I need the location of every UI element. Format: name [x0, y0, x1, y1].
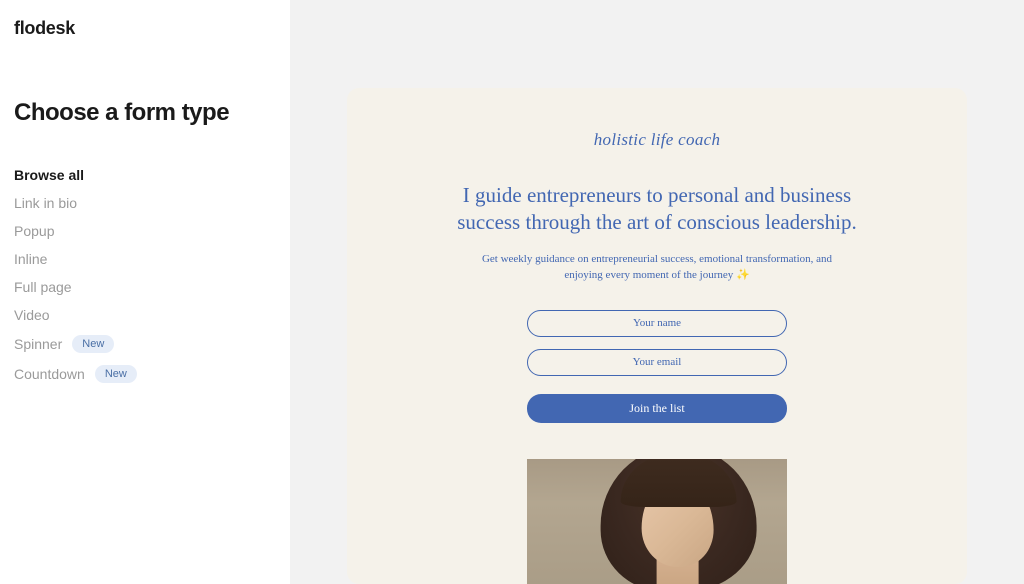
preview-image	[527, 459, 787, 584]
email-input[interactable]	[527, 349, 787, 376]
preview-form: Join the list	[527, 310, 787, 423]
preview-headline: I guide entrepreneurs to personal and bu…	[452, 182, 862, 237]
form-type-label: Inline	[14, 251, 47, 267]
form-type-label: Popup	[14, 223, 54, 239]
form-type-inline[interactable]: Inline	[14, 249, 276, 269]
form-preview-card[interactable]: holistic life coach I guide entrepreneur…	[347, 88, 967, 584]
form-type-browse-all[interactable]: Browse all	[14, 165, 276, 185]
form-type-label: Link in bio	[14, 195, 77, 211]
form-type-label: Spinner	[14, 336, 62, 352]
form-type-spinner[interactable]: Spinner New	[14, 333, 276, 355]
form-type-popup[interactable]: Popup	[14, 221, 276, 241]
form-type-countdown[interactable]: Countdown New	[14, 363, 276, 385]
person-illustration	[589, 459, 769, 584]
form-type-video[interactable]: Video	[14, 305, 276, 325]
form-type-link-in-bio[interactable]: Link in bio	[14, 193, 276, 213]
form-type-list: Browse all Link in bio Popup Inline Full…	[14, 165, 276, 385]
name-input[interactable]	[527, 310, 787, 337]
main-area: holistic life coach I guide entrepreneur…	[290, 0, 1024, 584]
form-type-label: Video	[14, 307, 50, 323]
new-badge: New	[72, 335, 114, 353]
form-type-label: Countdown	[14, 366, 85, 382]
submit-button[interactable]: Join the list	[527, 394, 787, 423]
form-type-full-page[interactable]: Full page	[14, 277, 276, 297]
preview-subtitle: holistic life coach	[594, 130, 721, 150]
sidebar: flodesk Choose a form type Browse all Li…	[0, 0, 290, 584]
form-type-label: Full page	[14, 279, 72, 295]
page-title: Choose a form type	[14, 99, 276, 127]
preview-description: Get weekly guidance on entrepreneurial s…	[472, 251, 842, 284]
logo: flodesk	[14, 18, 276, 39]
form-type-label: Browse all	[14, 167, 84, 183]
new-badge: New	[95, 365, 137, 383]
